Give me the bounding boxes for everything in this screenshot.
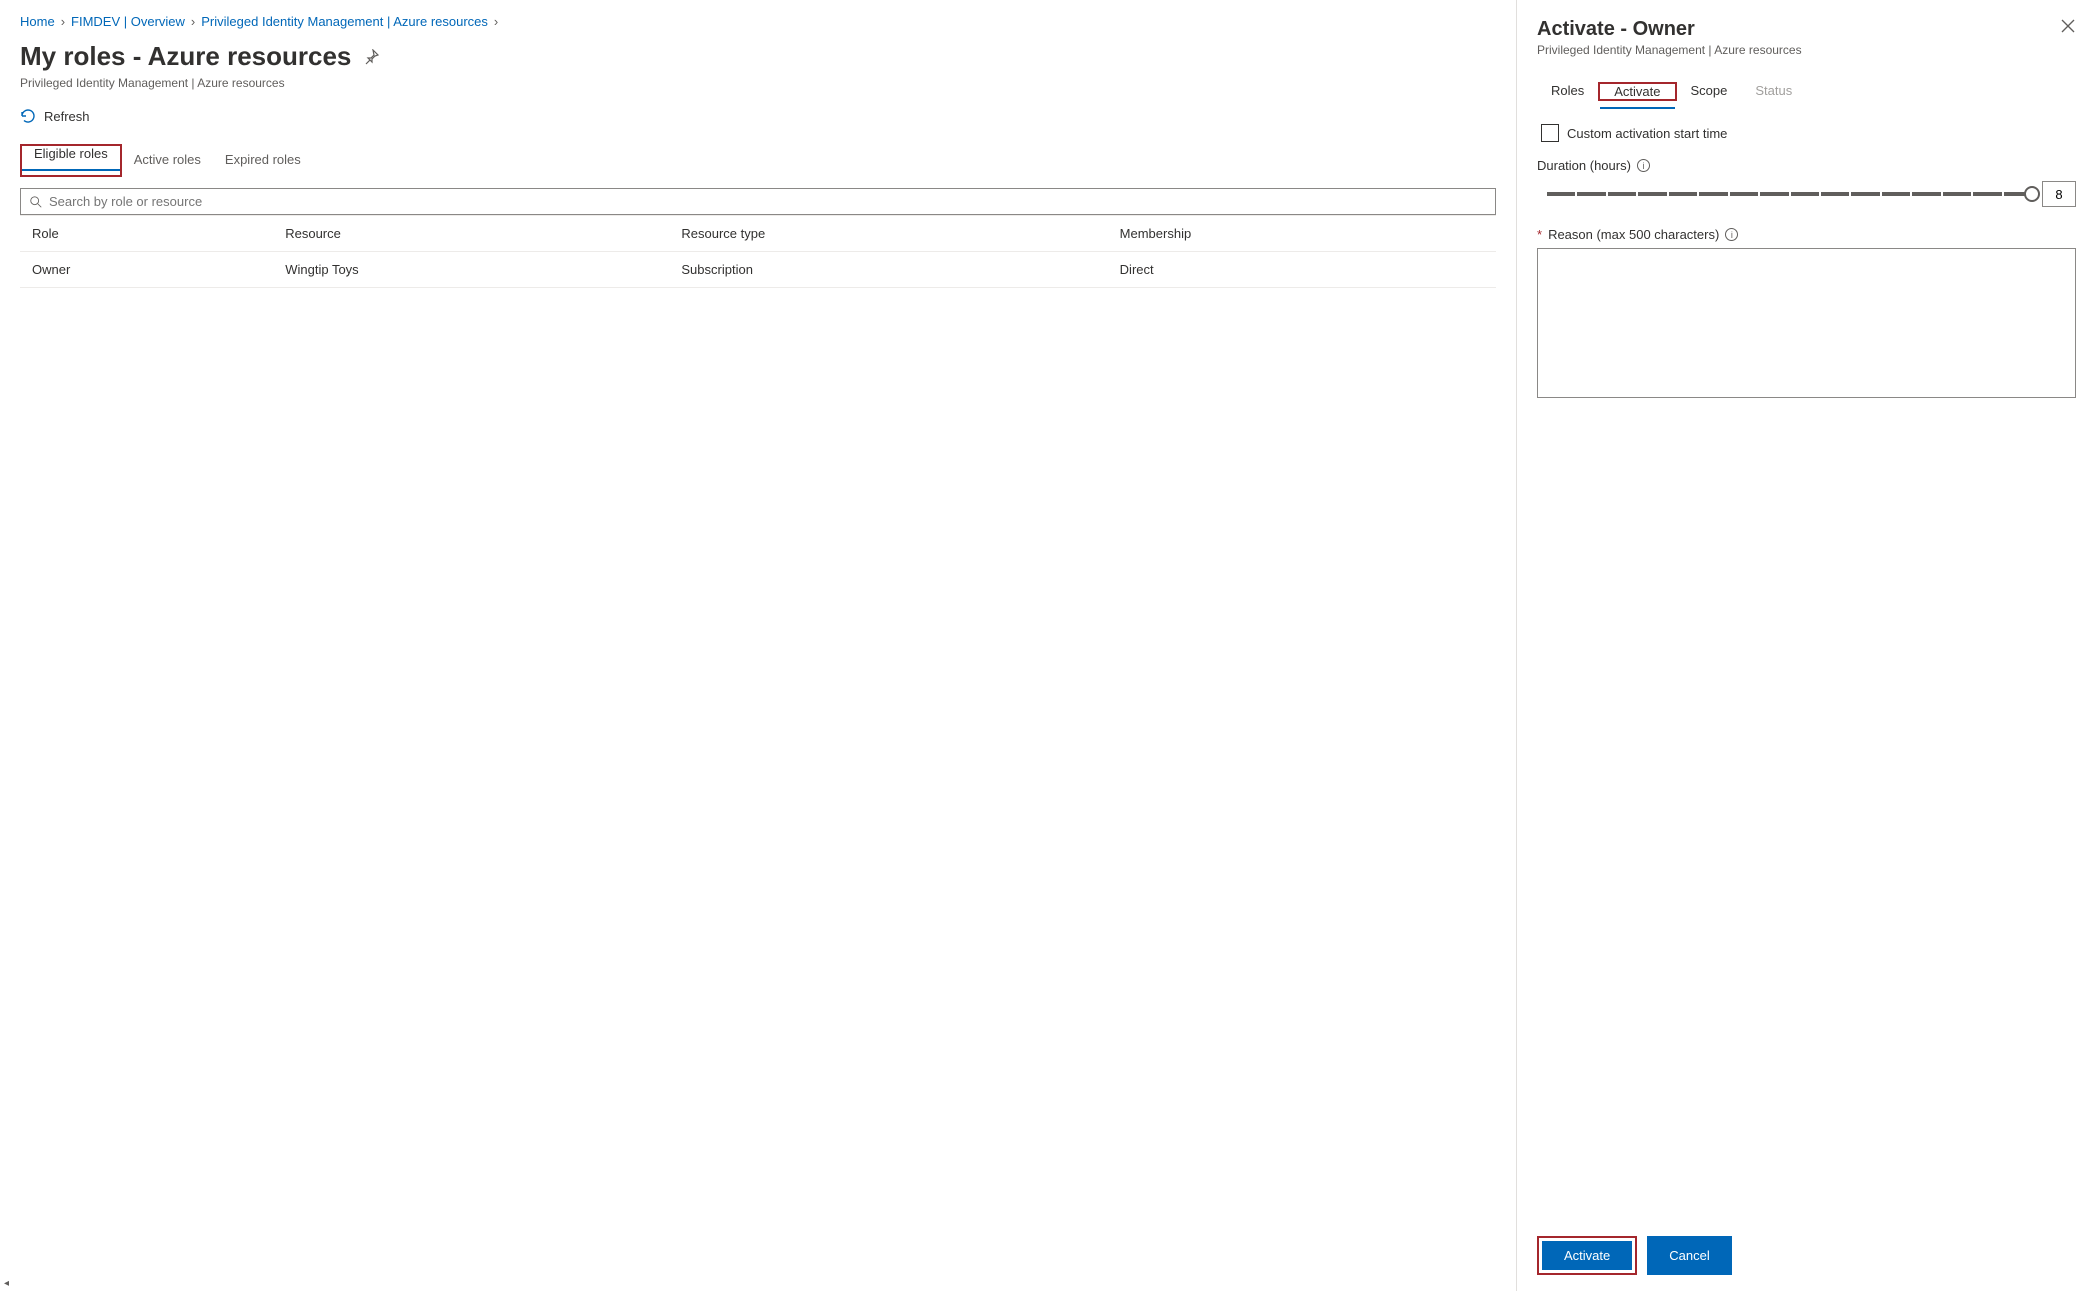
pin-icon[interactable] [363,49,379,65]
page-title: My roles - Azure resources [20,41,351,72]
panel-tab-activate[interactable]: Activate [1600,76,1674,109]
info-icon[interactable]: i [1637,159,1650,172]
panel-tab-scope[interactable]: Scope [1677,75,1742,108]
scroll-left-icon[interactable]: ◂ [4,1278,9,1289]
tab-expired-roles[interactable]: Expired roles [213,144,313,177]
reason-textarea[interactable] [1537,248,2076,398]
duration-slider[interactable] [1547,192,2032,196]
search-icon [29,195,43,209]
chevron-right-icon: › [494,14,498,29]
panel-tabs: Roles Activate Scope Status [1537,75,2076,108]
panel-tab-roles[interactable]: Roles [1537,75,1598,108]
panel-subtitle: Privileged Identity Management | Azure r… [1537,43,2076,57]
custom-start-label: Custom activation start time [1567,126,1727,141]
reason-label-row: * Reason (max 500 characters) i [1537,227,2076,242]
highlight-eligible-roles: Eligible roles [20,144,122,177]
roles-table: Role Resource Resource type Membership O… [20,215,1496,288]
panel-tab-status: Status [1741,75,1806,108]
tab-eligible-roles[interactable]: Eligible roles [22,138,120,171]
page-header: My roles - Azure resources [20,41,1496,72]
custom-start-checkbox[interactable] [1541,124,1559,142]
role-tabs: Eligible roles Active roles Expired role… [20,144,1496,178]
info-icon[interactable]: i [1725,228,1738,241]
refresh-icon [20,108,36,124]
col-membership[interactable]: Membership [1108,216,1496,252]
search-box[interactable] [20,188,1496,215]
activate-button[interactable]: Activate [1542,1241,1632,1270]
panel-footer: Activate Cancel [1537,1224,2076,1275]
duration-slider-row [1537,181,2076,207]
duration-value-input[interactable] [2042,181,2076,207]
cell-membership: Direct [1108,252,1496,288]
main-content: Home › FIMDEV | Overview › Privileged Id… [0,0,1516,1291]
chevron-right-icon: › [61,14,65,29]
col-resource[interactable]: Resource [273,216,669,252]
breadcrumb-pim[interactable]: Privileged Identity Management | Azure r… [201,14,488,29]
refresh-label: Refresh [44,109,90,124]
panel-title: Activate - Owner [1537,18,1695,41]
table-header-row: Role Resource Resource type Membership [20,216,1496,252]
breadcrumb-fimdev[interactable]: FIMDEV | Overview [71,14,185,29]
custom-start-row: Custom activation start time [1537,124,2076,142]
cancel-button[interactable]: Cancel [1647,1236,1731,1275]
slider-segments [1547,192,2032,196]
cell-resource-type: Subscription [669,252,1107,288]
reason-label: Reason (max 500 characters) [1548,227,1719,242]
highlight-activate-button: Activate [1537,1236,1637,1275]
required-indicator: * [1537,227,1542,242]
tab-active-roles[interactable]: Active roles [122,144,213,177]
page-subtitle: Privileged Identity Management | Azure r… [20,76,1496,90]
table-row[interactable]: Owner Wingtip Toys Subscription Direct [20,252,1496,288]
duration-label: Duration (hours) [1537,158,1631,173]
refresh-button[interactable]: Refresh [20,108,1496,124]
search-input[interactable] [49,194,1487,209]
duration-label-row: Duration (hours) i [1537,158,2076,173]
cell-resource: Wingtip Toys [273,252,669,288]
breadcrumb: Home › FIMDEV | Overview › Privileged Id… [20,14,1496,29]
col-role[interactable]: Role [20,216,273,252]
chevron-right-icon: › [191,14,195,29]
col-resource-type[interactable]: Resource type [669,216,1107,252]
panel-header: Activate - Owner [1537,18,2076,41]
highlight-activate-tab: Activate [1598,82,1676,101]
cell-role: Owner [20,252,273,288]
activate-panel: Activate - Owner Privileged Identity Man… [1516,0,2096,1291]
close-icon[interactable] [2060,18,2076,34]
slider-thumb[interactable] [2024,186,2040,202]
breadcrumb-home[interactable]: Home [20,14,55,29]
